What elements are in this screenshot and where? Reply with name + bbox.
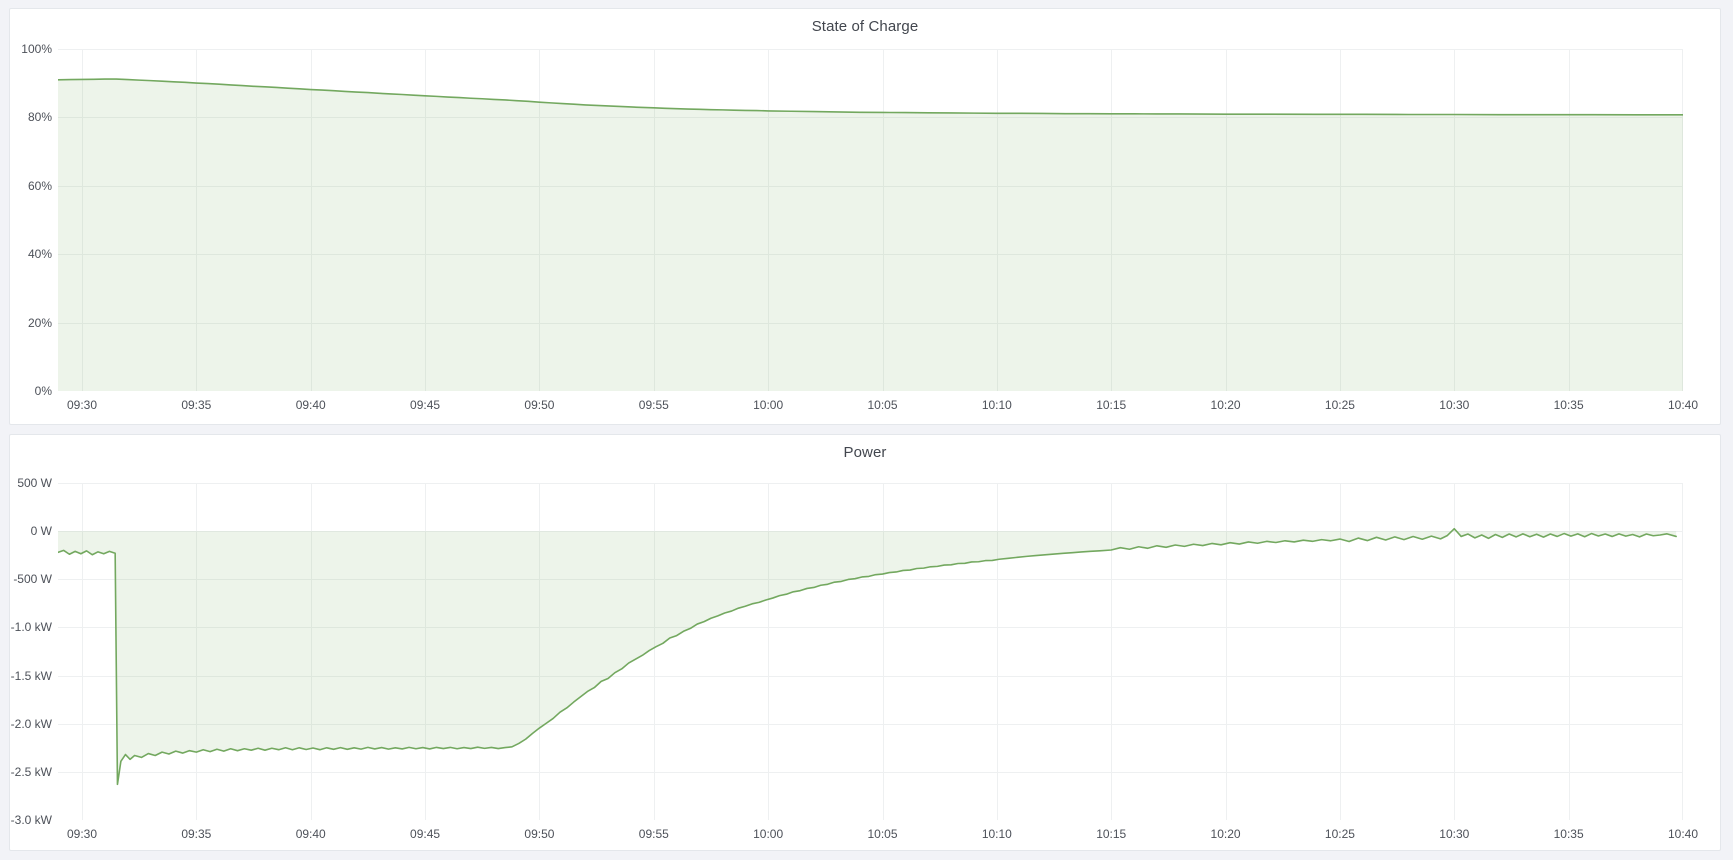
x-axis-tick-label: 09:35	[181, 828, 211, 840]
x-axis-tick-label: 09:30	[67, 828, 97, 840]
x-axis-tick-label: 09:50	[524, 399, 554, 411]
x-axis-tick-label: 09:50	[524, 828, 554, 840]
y-axis-tick-label: 0%	[10, 385, 52, 397]
x-axis-tick-label: 09:45	[410, 399, 440, 411]
chart-canvas[interactable]	[58, 49, 1683, 391]
x-axis-tick-label: 09:35	[181, 399, 211, 411]
y-axis-tick-label: -2.0 kW	[10, 718, 52, 730]
x-axis-tick-label: 09:55	[639, 828, 669, 840]
x-axis-tick-label: 10:25	[1325, 828, 1355, 840]
x-axis-tick-label: 10:15	[1096, 399, 1126, 411]
x-axis-tick-label: 10:30	[1439, 399, 1469, 411]
panel-state-of-charge: State of Charge 100%80%60%40%20%0%09:300…	[9, 8, 1721, 425]
y-axis-tick-label: -1.5 kW	[10, 670, 52, 682]
x-axis-tick-label: 10:40	[1668, 828, 1698, 840]
x-axis-tick-label: 10:15	[1096, 828, 1126, 840]
y-axis-tick-label: 80%	[10, 111, 52, 123]
y-axis-tick-label: 40%	[10, 248, 52, 260]
x-axis-tick-label: 10:05	[867, 828, 897, 840]
y-axis-tick-label: 20%	[10, 317, 52, 329]
x-axis-tick-label: 10:40	[1668, 399, 1698, 411]
y-axis-tick-label: -1.0 kW	[10, 621, 52, 633]
x-axis-tick-label: 09:40	[296, 828, 326, 840]
x-axis-tick-label: 10:10	[982, 399, 1012, 411]
x-axis-tick-label: 10:35	[1554, 399, 1584, 411]
panel-power: Power 500 W0 W-500 W-1.0 kW-1.5 kW-2.0 k…	[9, 434, 1721, 851]
y-axis-tick-label: 0 W	[10, 525, 52, 537]
dashboard: { "page": { "background_color": "#f2f3f7…	[0, 0, 1733, 860]
x-axis-tick-label: 10:00	[753, 828, 783, 840]
power-chart-plot[interactable]: 500 W 0 W -500 W -1.0 kW -1.5 kW -2.0 kW -2.5 …	[10, 435, 1720, 850]
series-area-fill	[58, 529, 1676, 785]
x-axis-tick-label: 10:10	[982, 828, 1012, 840]
x-axis-tick-label: 10:35	[1554, 828, 1584, 840]
x-axis-tick-label: 10:00	[753, 399, 783, 411]
y-axis-tick-label: 100%	[10, 43, 52, 55]
state-of-charge-chart-plot[interactable]: 100% 80% 60% 40% 20% 0% 09:30 09:35 09:40 09:45 09…	[10, 9, 1720, 424]
x-axis-tick-label: 10:25	[1325, 399, 1355, 411]
y-axis-tick-label: -2.5 kW	[10, 766, 52, 778]
y-axis-tick-label: 500 W	[10, 477, 52, 489]
x-axis-tick-label: 09:45	[410, 828, 440, 840]
x-axis-tick-label: 09:55	[639, 399, 669, 411]
x-axis-tick-label: 10:05	[867, 399, 897, 411]
y-axis-tick-label: -3.0 kW	[10, 814, 52, 826]
series-area-fill	[58, 79, 1683, 391]
x-axis-tick-label: 09:40	[296, 399, 326, 411]
x-axis-tick-label: 10:30	[1439, 828, 1469, 840]
x-axis-tick-label: 09:30	[67, 399, 97, 411]
y-axis-tick-label: -500 W	[10, 573, 52, 585]
chart-canvas[interactable]	[58, 483, 1683, 820]
x-axis-tick-label: 10:20	[1211, 828, 1241, 840]
x-axis-tick-label: 10:20	[1211, 399, 1241, 411]
y-axis-tick-label: 60%	[10, 180, 52, 192]
